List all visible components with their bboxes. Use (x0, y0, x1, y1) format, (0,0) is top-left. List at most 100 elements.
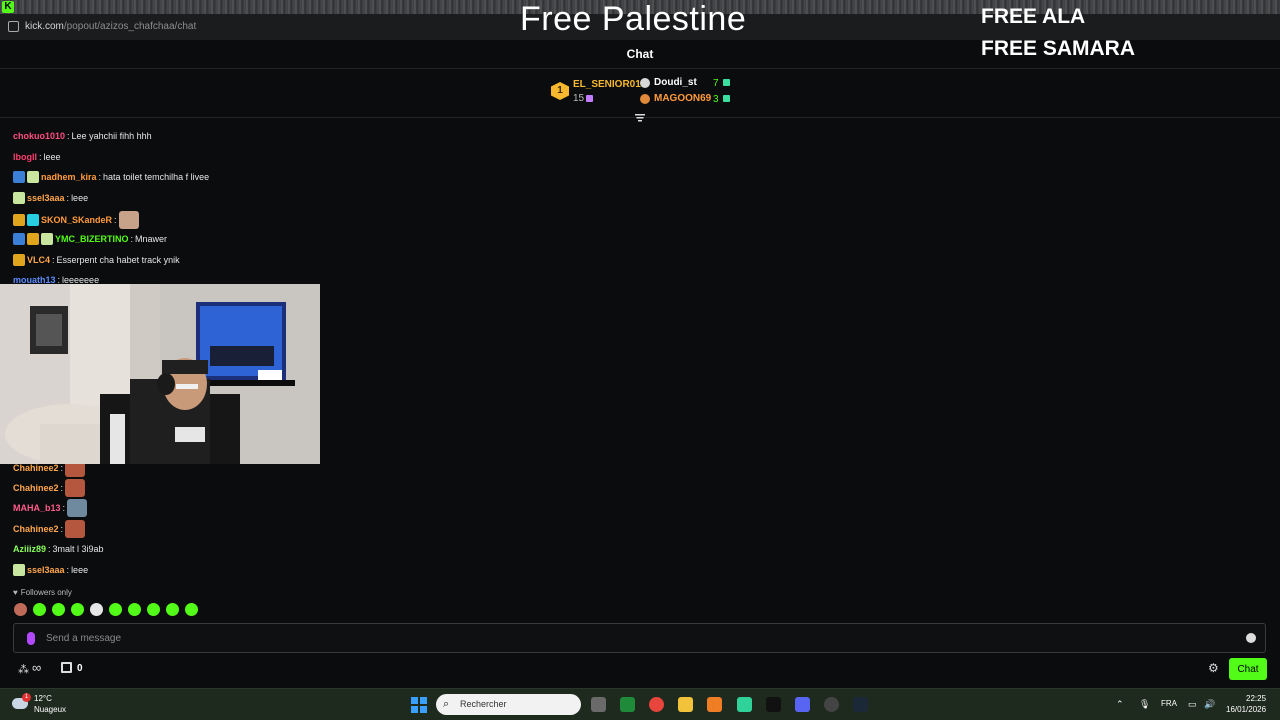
chat-message: MAHA_b13: (13, 499, 88, 517)
chat-message: Chahinee2: (13, 479, 86, 497)
quick-emote[interactable] (185, 603, 198, 616)
leaderboard-third-count: 3 (713, 94, 719, 105)
app-icon[interactable] (737, 697, 752, 712)
emote-image (65, 520, 86, 538)
emote-image (65, 479, 86, 497)
subscriber-badge-icon (27, 171, 39, 183)
taskbar-search[interactable]: ⌕ Rechercher (436, 694, 581, 715)
quick-emote[interactable] (14, 603, 27, 616)
followers-only-label: Followers only (20, 588, 72, 597)
file-explorer-icon[interactable] (678, 697, 693, 712)
chat-username[interactable]: VLC4 (27, 255, 50, 265)
chat-message: Aziiiz89: 3malt l 3i9ab (13, 544, 104, 554)
subscriber-badge-icon (13, 192, 25, 204)
chat-username[interactable]: ssel3aaa (27, 193, 65, 203)
chat-header: Chat (0, 40, 1280, 69)
microphone-icon[interactable] (27, 632, 35, 645)
gift-icon (723, 79, 730, 86)
weather-temperature[interactable]: 12°C (34, 694, 52, 703)
chat-text: leee (71, 193, 89, 203)
chat-message: chokuo1010: Lee yahchii fihh hhh (13, 131, 152, 141)
network-icon[interactable]: ▭ (1188, 699, 1197, 710)
infinity-icon[interactable]: ∞ (32, 660, 41, 675)
chat-text: Mnawer (135, 234, 168, 244)
app-icon[interactable] (766, 697, 781, 712)
volume-icon[interactable]: 🔊 (1204, 699, 1215, 710)
quick-emote[interactable] (33, 603, 46, 616)
steam-icon[interactable] (853, 697, 868, 712)
weather-condition[interactable]: Nuageux (34, 705, 66, 714)
heart-icon: ♥ (13, 588, 18, 597)
chat-message: nadhem_kira: hata toilet temchilha f liv… (13, 171, 209, 183)
chat-text: Esserpent cha habet track ynik (56, 255, 180, 265)
discord-icon[interactable] (795, 697, 810, 712)
site-settings-icon[interactable] (8, 21, 19, 32)
tray-overflow-icon[interactable]: ⌃ (1116, 699, 1124, 710)
chat-text: leee (71, 565, 89, 575)
gifter-badge-icon (27, 214, 39, 226)
quick-emote[interactable] (90, 603, 103, 616)
settings-gear-icon[interactable]: ⚙ (1208, 661, 1219, 675)
send-chat-button[interactable]: Chat (1229, 658, 1267, 680)
leaderboard-third-name[interactable]: MAGOON69 (654, 93, 711, 104)
chat-username[interactable]: Chahinee2 (13, 463, 59, 473)
gift-leaderboard: 1 EL_SENIOR01 15 Doudi_st 7 MAGOON69 3 (0, 70, 1280, 118)
subscriber-badge-icon (41, 233, 53, 245)
task-view-icon[interactable] (591, 697, 606, 712)
chat-title: Chat (626, 47, 654, 61)
chat-message: YMC_BIZERTINO: Mnawer (13, 233, 167, 245)
app-icon[interactable] (824, 697, 839, 712)
webcam-overlay (0, 284, 320, 464)
quick-emote[interactable] (166, 603, 179, 616)
chat-username[interactable]: Aziiiz89 (13, 544, 46, 554)
quick-emote[interactable] (109, 603, 122, 616)
chat-message: ssel3aaa: leee (13, 192, 88, 204)
quick-emote[interactable] (71, 603, 84, 616)
chat-username[interactable]: YMC_BIZERTINO (55, 234, 129, 244)
leaderboard-second-count: 7 (713, 78, 719, 89)
verified-badge-icon (13, 171, 25, 183)
chat-username[interactable]: Chahinee2 (13, 483, 59, 493)
subscriber-badge-icon (13, 564, 25, 576)
emote-image (67, 499, 88, 517)
chat-username[interactable]: SKON_SKandeR (41, 215, 112, 225)
microphone-tray-icon[interactable]: 🎙 (1139, 699, 1150, 710)
language-indicator[interactable]: FRA (1161, 699, 1177, 708)
clock-date[interactable]: 16/01/2026 (1226, 705, 1266, 714)
chat-username[interactable]: Chahinee2 (13, 524, 59, 534)
chat-username[interactable]: lbogll (13, 152, 37, 162)
emote-image (118, 211, 139, 229)
clock-time[interactable]: 22:25 (1246, 694, 1266, 703)
leaderboard-first-name[interactable]: EL_SENIOR01 (573, 79, 641, 90)
app-icon[interactable] (707, 697, 722, 712)
quick-emote[interactable] (147, 603, 160, 616)
quick-emote-bar (14, 603, 198, 616)
windows-start-icon[interactable] (411, 697, 427, 713)
app-icon[interactable] (620, 697, 635, 712)
chrome-icon[interactable] (649, 697, 664, 712)
chat-username[interactable]: chokuo1010 (13, 131, 65, 141)
search-label: Rechercher (460, 699, 507, 709)
leaderboard-second-name[interactable]: Doudi_st (654, 77, 697, 88)
chat-username[interactable]: ssel3aaa (27, 565, 65, 575)
chat-username[interactable]: nadhem_kira (41, 172, 97, 182)
rank-1-badge: 1 (551, 82, 569, 100)
followers-only-indicator: ♥ Followers only (13, 588, 72, 597)
quick-emote[interactable] (128, 603, 141, 616)
weather-notification-badge: 1 (22, 693, 31, 702)
url-text[interactable]: kick.com/popout/azizos_chafchaa/chat (25, 21, 196, 32)
collapse-leaderboard-icon[interactable] (634, 112, 646, 124)
overlay-free-palestine: Free Palestine (520, 0, 747, 38)
message-input[interactable] (46, 630, 1226, 647)
gift-icon (586, 95, 593, 102)
chat-username[interactable]: MAHA_b13 (13, 503, 61, 513)
gift-icon (723, 95, 730, 102)
crown-badge-icon (13, 254, 25, 266)
windows-taskbar: 1 12°C Nuageux ⌕ Rechercher ⌃ 🎙 FRA ▭ 🔊 … (0, 688, 1280, 720)
share-icon[interactable]: ⁂ (18, 663, 29, 676)
quick-emote[interactable] (52, 603, 65, 616)
points-count: 0 (77, 663, 83, 674)
crown-badge-icon (27, 233, 39, 245)
store-icon[interactable] (61, 662, 72, 673)
emoji-picker-icon[interactable] (1246, 633, 1256, 643)
